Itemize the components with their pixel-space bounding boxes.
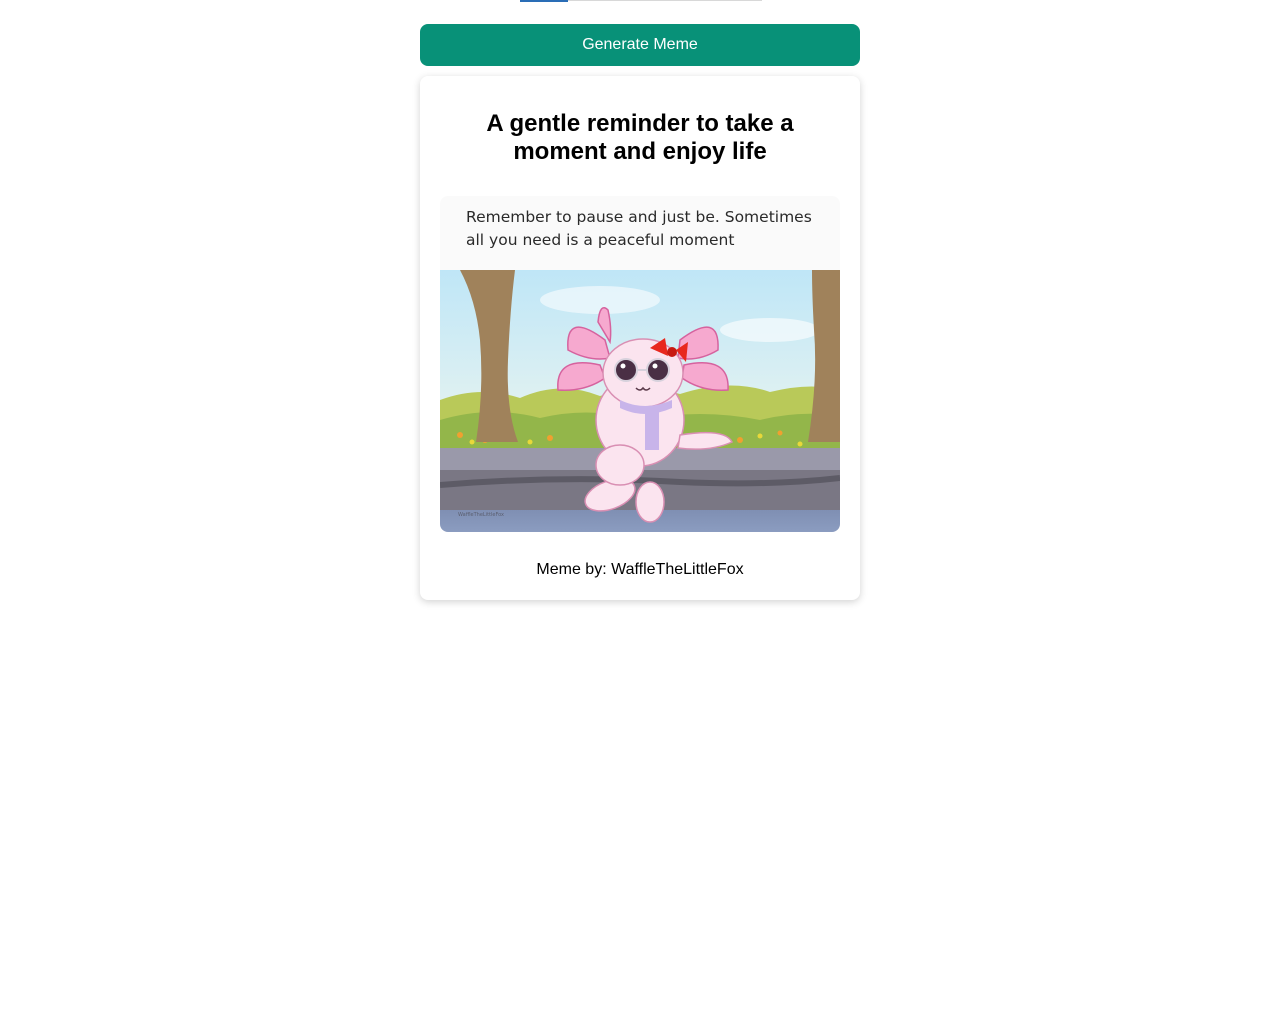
meme-caption: Remember to pause and just be. Sometimes…	[466, 208, 812, 249]
top-tab-active-indicator	[520, 0, 568, 2]
meme-illustration: WaffleTheLittleFox	[440, 270, 840, 532]
svg-text:WaffleTheLittleFox: WaffleTheLittleFox	[458, 512, 504, 518]
meme-image: Remember to pause and just be. Sometimes…	[440, 196, 840, 532]
meme-title: A gentle reminder to take a moment and e…	[486, 110, 794, 165]
meme-credit: Meme by: WaffleTheLittleFox	[536, 561, 744, 578]
meme-caption-band: Remember to pause and just be. Sometimes…	[440, 196, 840, 270]
meme-card: A gentle reminder to take a moment and e…	[420, 76, 860, 600]
generate-meme-button[interactable]: Generate Meme	[420, 24, 860, 66]
